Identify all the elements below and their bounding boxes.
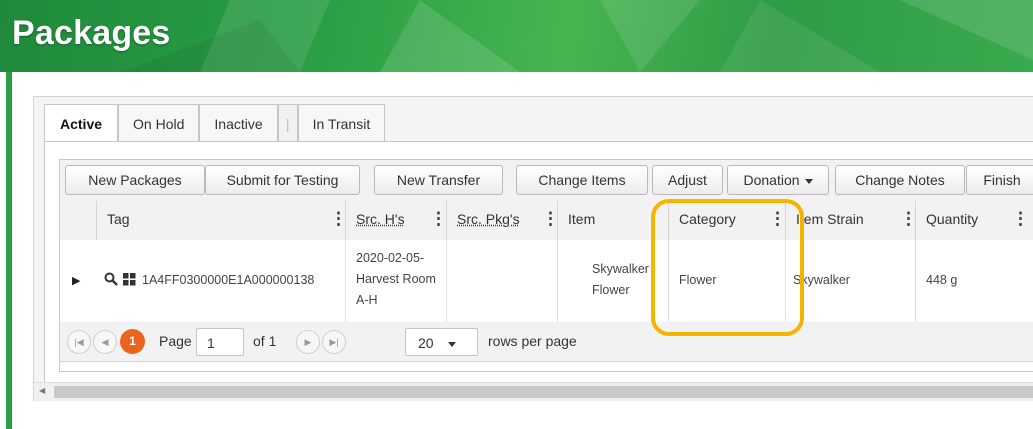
cell-src-pkgs xyxy=(446,240,557,322)
column-src-hs[interactable]: Src. H's ⋮ xyxy=(345,201,447,240)
src-hs-line: Harvest Room xyxy=(356,272,436,286)
column-menu-icon[interactable]: ⋮ xyxy=(430,209,447,229)
finish-button[interactable]: Finish xyxy=(966,165,1033,195)
item-line: Flower xyxy=(592,283,630,297)
current-page-badge[interactable]: 1 xyxy=(120,329,145,354)
cell-category: Flower xyxy=(668,240,785,322)
column-item-label: Item xyxy=(568,211,596,227)
first-page-icon[interactable]: |◀ xyxy=(67,330,91,354)
chevron-down-icon xyxy=(447,341,456,347)
donation-dropdown[interactable]: Donation xyxy=(727,165,829,195)
column-tag-label: Tag xyxy=(107,211,130,227)
tab-active[interactable]: Active xyxy=(44,104,119,142)
column-category[interactable]: Category ⋮ xyxy=(668,201,786,240)
quantity-value: 448 g xyxy=(926,273,958,287)
page-input[interactable]: 1 xyxy=(196,328,244,356)
column-tag[interactable]: Tag ⋮ xyxy=(96,201,347,240)
packages-grid: New Packages Submit for Testing New Tran… xyxy=(59,159,1033,372)
cell-src-hs: 2020-02-05- Harvest Room A-H xyxy=(345,240,446,322)
item-line: Skywalker xyxy=(592,262,649,276)
adjust-button[interactable]: Adjust xyxy=(652,165,723,195)
new-packages-button[interactable]: New Packages xyxy=(65,165,205,195)
change-notes-button[interactable]: Change Notes xyxy=(835,165,965,195)
cell-quantity: 448 g xyxy=(915,240,1033,322)
magnifier-icon[interactable] xyxy=(104,272,118,289)
cell-item: Skywalker Flower xyxy=(557,240,668,322)
donation-label: Donation xyxy=(743,172,800,188)
last-page-icon[interactable]: ▶| xyxy=(322,330,346,354)
tab-inactive[interactable]: Inactive xyxy=(199,104,278,142)
src-hs-line: A-H xyxy=(356,293,378,307)
column-src-pkgs[interactable]: Src. Pkg's ⋮ xyxy=(446,201,559,240)
column-src-hs-label: Src. H's xyxy=(356,211,405,227)
scrollbar-thumb[interactable] xyxy=(54,386,1033,398)
grid-pager: |◀ ◀ 1 Page 1 of 1 ▶ ▶| 20 rows per page xyxy=(60,322,1033,362)
package-tag: 1A4FF0300000E1A000000138 xyxy=(142,273,315,287)
next-page-icon[interactable]: ▶ xyxy=(296,330,320,354)
horizontal-scrollbar[interactable]: ◀ xyxy=(34,382,1033,401)
tab-on-hold[interactable]: On Hold xyxy=(118,104,200,142)
chevron-down-icon xyxy=(804,178,813,184)
expand-row-icon[interactable]: ▶ xyxy=(72,274,80,287)
page-title: Packages xyxy=(12,14,171,52)
column-item[interactable]: Item xyxy=(557,201,668,240)
header-banner: Packages xyxy=(0,0,1033,72)
column-menu-icon[interactable]: ⋮ xyxy=(1012,209,1029,229)
submit-for-testing-button[interactable]: Submit for Testing xyxy=(205,165,360,195)
new-transfer-button[interactable]: New Transfer xyxy=(374,165,503,195)
change-items-button[interactable]: Change Items xyxy=(516,165,648,195)
grid-icon[interactable] xyxy=(123,273,136,289)
rows-per-page-value: 20 xyxy=(418,335,434,351)
category-value: Flower xyxy=(679,273,717,287)
rows-per-page-select[interactable]: 20 xyxy=(405,328,478,356)
prev-page-icon[interactable]: ◀ xyxy=(93,330,117,354)
cell-tag: ▶ 1A4FF0300000E1A000000138 xyxy=(60,240,345,322)
column-item-strain-label: Item Strain xyxy=(796,211,864,227)
scroll-left-icon[interactable]: ◀ xyxy=(39,386,45,395)
grid-header: Tag ⋮ Src. H's ⋮ Src. Pkg's ⋮ Item Categ… xyxy=(60,201,1033,241)
grid-toolbar: New Packages Submit for Testing New Tran… xyxy=(60,160,1033,202)
column-quantity[interactable]: Quantity ⋮ xyxy=(915,201,1033,240)
column-item-strain[interactable]: Item Strain ⋮ xyxy=(785,201,917,240)
column-quantity-label: Quantity xyxy=(926,211,979,227)
item-strain-value: Skywalker xyxy=(793,273,850,287)
column-category-label: Category xyxy=(679,211,736,227)
rows-per-page-label: rows per page xyxy=(488,333,577,349)
table-row[interactable]: ▶ 1A4FF0300000E1A000000138 2020-02-05- H… xyxy=(60,240,1033,323)
cell-item-strain: Skywalker xyxy=(785,240,915,322)
page-label: Page xyxy=(159,333,192,349)
tab-bar: Active On Hold Inactive | In Transit xyxy=(44,104,386,142)
page-count-label: of 1 xyxy=(253,333,277,349)
tab-in-transit[interactable]: In Transit xyxy=(297,104,386,142)
column-menu-icon[interactable]: ⋮ xyxy=(769,209,786,229)
tab-separator: | xyxy=(277,104,298,142)
src-hs-line: 2020-02-05- xyxy=(356,251,425,265)
column-src-pkgs-label: Src. Pkg's xyxy=(457,211,520,227)
